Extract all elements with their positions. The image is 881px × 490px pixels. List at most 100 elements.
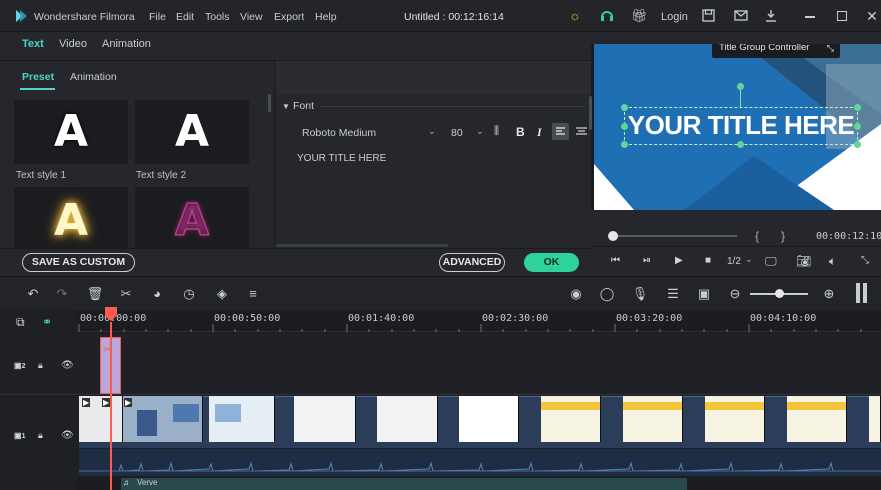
resize-handle[interactable] xyxy=(621,104,628,111)
zoom-in-icon[interactable]: ⊕ xyxy=(820,285,838,303)
voiceover-icon[interactable]: ☰ xyxy=(664,285,682,303)
mail-icon[interactable] xyxy=(734,10,748,21)
subtitle-icon[interactable]: ▣ xyxy=(695,285,713,303)
resize-handle[interactable] xyxy=(621,123,628,130)
rotate-handle[interactable] xyxy=(737,83,744,90)
resize-handle[interactable] xyxy=(854,141,861,148)
volume-icon[interactable]: 🔈︎ xyxy=(829,254,836,269)
marker-icon[interactable]: ◯ xyxy=(598,285,616,303)
tab-preset[interactable]: Preset xyxy=(22,71,54,83)
clip-thumbnail xyxy=(294,396,356,442)
save-icon[interactable] xyxy=(702,9,715,22)
step-forward-icon[interactable]: ⏯ xyxy=(643,255,651,266)
resize-handle[interactable] xyxy=(854,123,861,130)
fullscreen-icon[interactable]: ⤡ xyxy=(861,255,869,266)
menu-edit[interactable]: Edit xyxy=(176,11,194,23)
menu-help[interactable]: Help xyxy=(315,11,337,23)
menu-view[interactable]: View xyxy=(240,11,263,23)
font-family-select[interactable]: Roboto Medium xyxy=(302,127,376,139)
ok-button[interactable]: OK xyxy=(524,253,579,272)
audio-clip[interactable]: ♫ Verve xyxy=(121,478,687,490)
lock-icon[interactable]: 🔒︎ xyxy=(38,430,43,441)
chevron-down-icon[interactable]: ⌄ xyxy=(476,126,484,137)
zoom-out-icon[interactable]: ⊖ xyxy=(726,285,744,303)
eye-icon[interactable]: 👁︎ xyxy=(61,360,74,371)
preset-tile-1[interactable]: A xyxy=(14,100,128,164)
resize-handle[interactable] xyxy=(737,141,744,148)
audio-waveform[interactable] xyxy=(79,449,881,476)
cut-icon[interactable]: ✂ xyxy=(117,285,135,303)
keyframe-icon[interactable]: ◈ xyxy=(213,285,231,303)
playback-progress-handle[interactable] xyxy=(608,231,618,241)
display-icon[interactable]: 🖵︎ xyxy=(765,254,777,269)
chevron-down-icon[interactable]: ⌄ xyxy=(745,254,753,265)
scissors-icon[interactable]: ✂ xyxy=(103,343,112,356)
gift-icon[interactable]: 🎁︎ xyxy=(631,8,648,24)
text-spacing-icon[interactable]: ⫼ xyxy=(494,125,499,138)
close-button[interactable]: ✕ xyxy=(864,8,880,24)
delete-icon[interactable]: 🗑︎ xyxy=(86,285,104,303)
color-icon[interactable]: ◕ xyxy=(148,285,166,303)
preset-scrollbar[interactable] xyxy=(268,94,271,112)
tab-video[interactable]: Video xyxy=(59,38,87,50)
horizontal-scrollbar[interactable] xyxy=(276,244,448,247)
collapse-caret-icon[interactable]: ▼ xyxy=(282,102,290,111)
mark-in-button[interactable]: { xyxy=(755,229,759,243)
zoom-slider-handle[interactable] xyxy=(775,289,784,298)
download-icon[interactable] xyxy=(765,9,777,22)
preview-title-text[interactable]: YOUR TITLE HERE xyxy=(624,110,858,141)
track-2 xyxy=(0,333,881,395)
advanced-button[interactable]: ADVANCED xyxy=(439,253,505,272)
quality-select[interactable]: 1/2 xyxy=(727,256,741,267)
bold-button[interactable]: B xyxy=(516,125,525,139)
tab-text[interactable]: Text xyxy=(22,38,44,50)
snapshot-icon[interactable]: 📷︎ xyxy=(796,254,811,268)
divider xyxy=(0,248,591,249)
font-size-select[interactable]: 80 xyxy=(451,127,463,139)
resize-handle[interactable] xyxy=(621,141,628,148)
tab-sub-animation[interactable]: Animation xyxy=(70,71,117,83)
stop-icon[interactable]: ■ xyxy=(705,255,711,266)
divider xyxy=(591,246,881,247)
presenter-figure xyxy=(137,410,157,436)
lightbulb-icon[interactable]: ☼ xyxy=(567,8,583,24)
lock-icon[interactable]: 🔒︎ xyxy=(38,360,43,371)
login-link[interactable]: Login xyxy=(661,11,688,23)
support-headset-icon[interactable] xyxy=(600,9,614,23)
preset-tile-3[interactable]: A xyxy=(14,187,128,249)
align-center-icon[interactable] xyxy=(574,123,589,140)
eye-icon[interactable]: 👁︎ xyxy=(61,430,74,441)
previous-frame-icon[interactable]: ⏮ xyxy=(611,255,620,266)
align-left-button[interactable] xyxy=(552,123,569,140)
microphone-icon[interactable]: 🎙︎ xyxy=(631,285,649,303)
mark-out-button[interactable]: } xyxy=(781,229,785,243)
panel-toggle-bar[interactable] xyxy=(863,283,867,303)
add-track-icon[interactable]: ⧉ xyxy=(16,315,25,330)
preview-canvas[interactable]: Title Group Controller ⤡ YOUR TITLE HERE xyxy=(594,44,881,210)
chevron-down-icon[interactable]: ⌄ xyxy=(428,126,436,137)
menu-export[interactable]: Export xyxy=(274,11,304,23)
audio-settings-icon[interactable]: ≡ xyxy=(244,285,262,303)
resize-handle[interactable] xyxy=(854,104,861,111)
preset-tile-4[interactable]: A xyxy=(135,187,249,249)
title-text-field[interactable]: YOUR TITLE HERE xyxy=(297,153,386,164)
italic-button[interactable]: I xyxy=(537,125,542,140)
playback-progress-track[interactable] xyxy=(609,235,737,237)
redo-icon[interactable]: ↷ xyxy=(53,285,71,303)
preset-tile-2[interactable]: A xyxy=(135,100,249,164)
tab-animation[interactable]: Animation xyxy=(102,38,151,50)
undo-icon[interactable]: ↶ xyxy=(24,285,42,303)
menu-file[interactable]: File xyxy=(149,11,166,23)
link-icon[interactable]: ⚭ xyxy=(42,315,52,329)
speed-icon[interactable]: ◷ xyxy=(180,285,198,303)
maximize-button[interactable] xyxy=(837,11,847,21)
render-icon[interactable]: ◉ xyxy=(567,285,585,303)
play-icon[interactable]: ▶ xyxy=(675,255,683,266)
save-as-custom-button[interactable]: SAVE AS CUSTOM xyxy=(22,253,135,272)
minimize-button[interactable] xyxy=(805,16,815,18)
panel-toggle-bar[interactable] xyxy=(856,283,860,303)
font-panel-scrollbar[interactable] xyxy=(589,96,592,130)
expand-icon[interactable]: ⤡ xyxy=(827,44,834,58)
clip-thumbnail xyxy=(377,396,438,442)
menu-tools[interactable]: Tools xyxy=(205,11,230,23)
